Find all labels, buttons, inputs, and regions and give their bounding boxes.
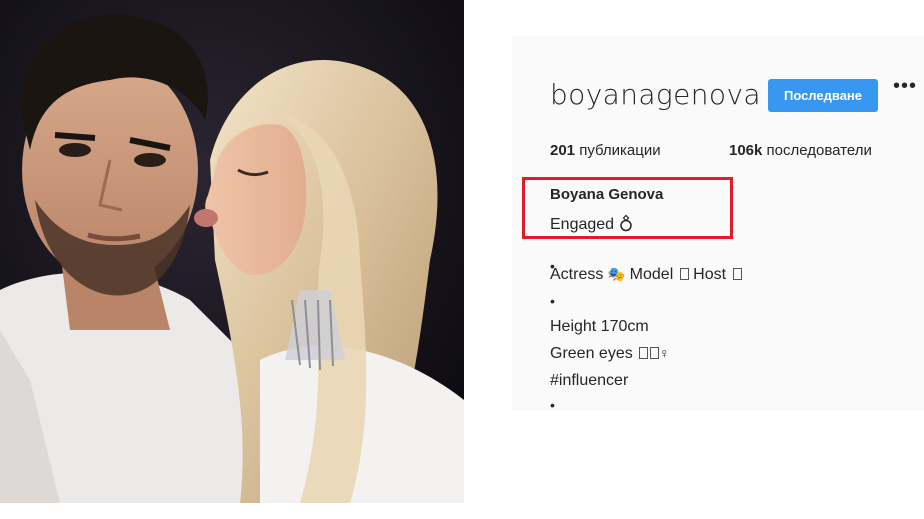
full-name: Boyana Genova: [550, 186, 664, 203]
bio-height: Height 170cm: [550, 318, 649, 335]
couple-selfie-image: [0, 0, 464, 503]
missing-glyph-icon: [639, 347, 649, 359]
bio-status-text: Engaged: [550, 216, 619, 233]
missing-glyph-icon: [650, 347, 660, 359]
bio-eyes: Green eyes ♀: [550, 345, 670, 363]
female-sign-icon: ♀: [659, 345, 670, 361]
bio-bullet: •: [550, 397, 555, 413]
bio-role-model: Model: [625, 266, 678, 283]
bio-eyes-text: Green eyes: [550, 345, 638, 362]
posts-stat: 201 публикации: [550, 142, 661, 159]
missing-glyph-icon: [732, 268, 742, 280]
profile-header: boyanagenova Последване ••• 201 публикац…: [512, 36, 924, 413]
followers-count: 106k: [729, 142, 763, 159]
bio-status: Engaged: [550, 214, 633, 234]
profile-photo: [0, 0, 464, 503]
ring-icon: [619, 214, 632, 232]
posts-label: публикации: [579, 142, 661, 159]
followers-stat[interactable]: 106k последователи: [729, 142, 872, 159]
bio-role-host: Host: [688, 266, 731, 283]
bio-role-actress: Actress: [550, 266, 608, 283]
bio-hashtag[interactable]: #influencer: [550, 372, 628, 390]
bio-roles: Actress 🎭 Model Host: [550, 266, 742, 284]
theater-masks-icon: 🎭: [607, 266, 626, 282]
bio-bullet: •: [550, 293, 555, 309]
username: boyanagenova: [550, 78, 761, 111]
posts-count: 201: [550, 142, 576, 159]
more-options-icon[interactable]: •••: [893, 76, 917, 100]
follow-button[interactable]: Последване: [768, 79, 878, 112]
missing-glyph-icon: [679, 268, 689, 280]
followers-label: последователи: [766, 142, 872, 159]
